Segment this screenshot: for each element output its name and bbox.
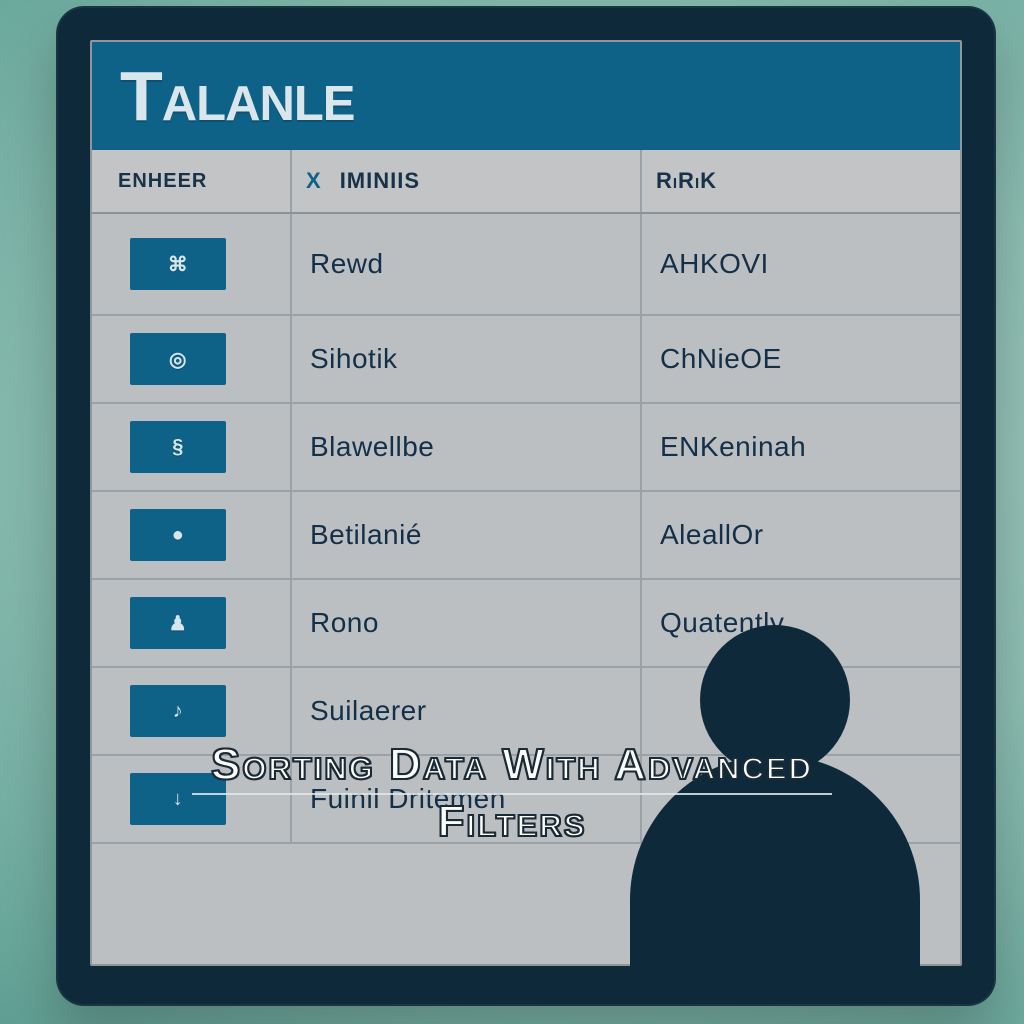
row-value-cell	[642, 668, 960, 754]
row-name-cell: Rewd	[292, 214, 642, 314]
close-filter-icon[interactable]: X	[306, 168, 322, 194]
row-icon-tile[interactable]: ♟	[130, 597, 226, 649]
row-icon-cell: ↓	[92, 756, 292, 842]
dot-icon: ●	[172, 524, 185, 547]
row-name: Rono	[310, 607, 379, 639]
row-icon-cell: ◎	[92, 316, 292, 402]
row-icon-cell: §	[92, 404, 292, 490]
row-name: Suilaerer	[310, 695, 427, 727]
header-col-2-label: IMINIIS	[340, 168, 420, 194]
ring-icon: ◎	[169, 347, 187, 372]
row-icon-tile[interactable]: ⌘	[130, 238, 226, 290]
row-name-cell: Rono	[292, 580, 642, 666]
row-value-cell	[642, 756, 960, 842]
row-icon-tile[interactable]: §	[130, 421, 226, 473]
row-icon-cell: ♟	[92, 580, 292, 666]
table-header: ENHEER X IMINIIS RiRiK	[92, 150, 960, 214]
header-col-1-label: ENHEER	[118, 170, 207, 193]
header-col-3[interactable]: RiRiK	[642, 150, 960, 212]
row-name-cell: Blawellbe	[292, 404, 642, 490]
row-name-cell: Suilaerer	[292, 668, 642, 754]
row-value: AHKOVI	[660, 248, 769, 280]
app-panel: Talanle ENHEER X IMINIIS RiRiK ⌘	[90, 40, 962, 966]
row-icon-tile[interactable]: ↓	[130, 773, 226, 825]
section-icon: §	[172, 436, 184, 459]
header-col-3-label: RiRiK	[656, 168, 717, 194]
row-name-cell: Fuinil Dritemen	[292, 756, 642, 842]
table-row[interactable]: ♟ Rono Quatently	[92, 580, 960, 668]
table-row[interactable]: ● Betilanié AleallOr	[92, 492, 960, 580]
row-value: Quatently	[660, 607, 784, 639]
table-row[interactable]: ◎ Sihotik ChNieOE	[92, 316, 960, 404]
title-bar: Talanle	[92, 42, 960, 150]
row-name-cell: Betilanié	[292, 492, 642, 578]
row-value-cell: AHKOVI	[642, 214, 960, 314]
table-row[interactable]: ⌘ Rewd AHKOVI	[92, 214, 960, 316]
table-row[interactable]: ↓ Fuinil Dritemen	[92, 756, 960, 844]
header-col-2[interactable]: X IMINIIS	[292, 150, 642, 212]
row-value: AleallOr	[660, 519, 764, 551]
app-title: Talanle	[120, 61, 354, 131]
header-col-1[interactable]: ENHEER	[92, 150, 292, 212]
row-icon-cell: ♪	[92, 668, 292, 754]
row-icon-cell: ●	[92, 492, 292, 578]
device-frame: Talanle ENHEER X IMINIIS RiRiK ⌘	[56, 6, 996, 1006]
row-name: Sihotik	[310, 343, 398, 375]
generic-icon: ⌘	[168, 252, 189, 277]
row-icon-tile[interactable]: ●	[130, 509, 226, 561]
row-icon-tile[interactable]: ♪	[130, 685, 226, 737]
row-name: Fuinil Dritemen	[310, 783, 506, 815]
pawn-icon: ♟	[169, 611, 187, 636]
row-value-cell: ChNieOE	[642, 316, 960, 402]
row-name: Rewd	[310, 248, 384, 280]
row-name: Betilanié	[310, 519, 422, 551]
arrow-down-icon: ↓	[173, 788, 184, 811]
table-row[interactable]: ♪ Suilaerer	[92, 668, 960, 756]
row-icon-cell: ⌘	[92, 214, 292, 314]
row-name: Blawellbe	[310, 431, 434, 463]
row-icon-tile[interactable]: ◎	[130, 333, 226, 385]
row-name-cell: Sihotik	[292, 316, 642, 402]
row-value-cell: ENKeninah	[642, 404, 960, 490]
row-value-cell: Quatently	[642, 580, 960, 666]
row-value: ENKeninah	[660, 431, 806, 463]
row-value: ChNieOE	[660, 343, 782, 375]
row-value-cell: AleallOr	[642, 492, 960, 578]
table-body: ⌘ Rewd AHKOVI ◎ Sihotik	[92, 214, 960, 844]
table-row[interactable]: § Blawellbe ENKeninah	[92, 404, 960, 492]
note-icon: ♪	[173, 700, 184, 723]
